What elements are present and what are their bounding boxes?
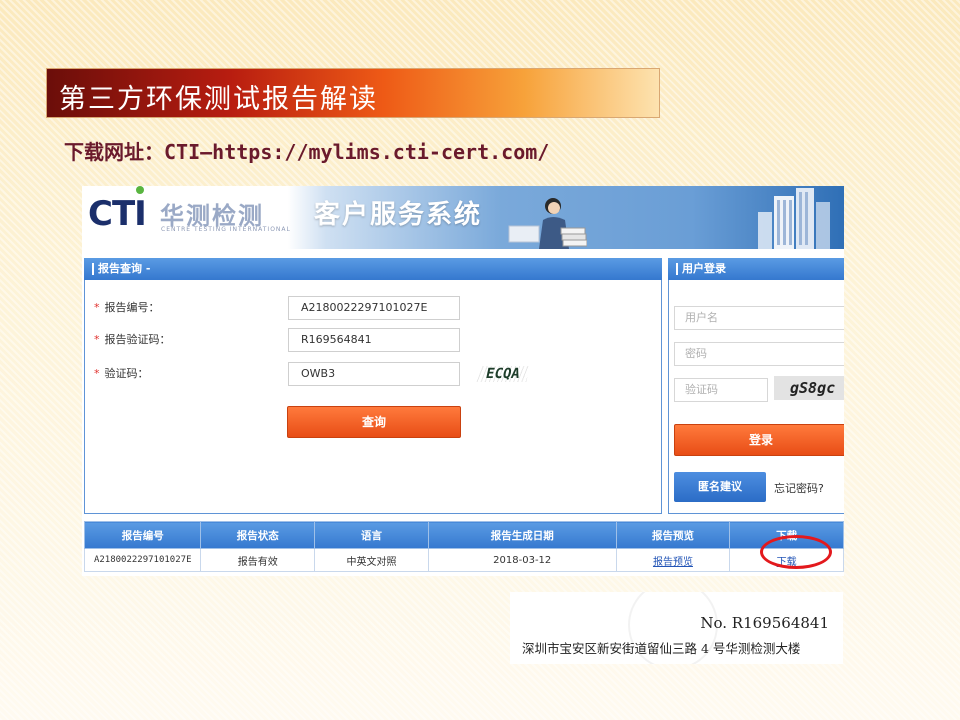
- cell-language: 中英文对照: [314, 548, 429, 572]
- report-verification-label: * 报告验证码：: [94, 333, 171, 346]
- report-number-input[interactable]: A2180022297101027E: [288, 296, 460, 320]
- login-captcha-input[interactable]: 验证码: [674, 378, 768, 402]
- report-query-header: 报告查询 -: [84, 258, 662, 280]
- results-header-row: 报告编号 报告状态 语言 报告生成日期 报告预览 下载: [83, 521, 844, 549]
- customer-service-person-icon: [508, 198, 587, 249]
- col-report-preview: 报告预览: [615, 521, 731, 549]
- report-preview-link[interactable]: 报告预览: [653, 557, 693, 568]
- col-report-number: 报告编号: [83, 521, 202, 549]
- query-button[interactable]: 查询: [287, 406, 461, 438]
- certificate-number: No. R169564841: [700, 614, 829, 632]
- buildings-icon: [758, 188, 830, 249]
- forgot-password-link[interactable]: 忘记密码?: [774, 480, 824, 496]
- col-report-status: 报告状态: [200, 521, 316, 549]
- login-captcha-image[interactable]: gS8gc: [774, 376, 844, 400]
- certificate-address: 深圳市宝安区新安街道留仙三路 4 号华测检测大楼: [522, 641, 801, 656]
- captcha-label: * 验证码：: [94, 367, 149, 380]
- user-login-header: 用户登录: [668, 258, 844, 280]
- logo-dot-icon: [136, 186, 144, 194]
- banner-title: 客户服务系统: [314, 200, 483, 230]
- password-input[interactable]: 密码: [674, 342, 844, 366]
- certificate-excerpt: No. R169564841 深圳市宝安区新安街道留仙三路 4 号华测检测大楼: [510, 592, 843, 664]
- download-url-text: 下载网址：CTI—https://mylims.cti-cert.com/: [64, 140, 550, 164]
- captcha-image[interactable]: ECQA: [476, 366, 530, 382]
- report-verification-input[interactable]: R169564841: [288, 328, 460, 352]
- cell-report-number: A2180022297101027E: [83, 548, 202, 572]
- cell-report-status: 报告有效: [200, 548, 316, 572]
- site-banner: CTI 华测检测 CENTRE TESTING INTERNATIONAL 客户…: [82, 186, 844, 249]
- logo-english-name: CENTRE TESTING INTERNATIONAL: [161, 226, 291, 233]
- table-row: A2180022297101027E 报告有效 中英文对照 2018-03-12…: [83, 548, 844, 572]
- results-table: 报告编号 报告状态 语言 报告生成日期 报告预览 下载 A21800222971…: [83, 521, 844, 572]
- cti-logo: CTI: [88, 194, 147, 234]
- download-highlight-circle: [760, 535, 832, 569]
- col-report-date: 报告生成日期: [427, 521, 617, 549]
- slide-title: 第三方环保测试报告解读: [59, 84, 378, 115]
- username-input[interactable]: 用户名: [674, 306, 844, 330]
- col-language: 语言: [314, 521, 429, 549]
- report-number-label: * 报告编号：: [94, 301, 160, 314]
- slide-title-bar: 第三方环保测试报告解读: [46, 68, 660, 118]
- website-screenshot: CTI 华测检测 CENTRE TESTING INTERNATIONAL 客户…: [82, 186, 844, 576]
- cell-report-date: 2018-03-12: [427, 548, 617, 572]
- captcha-input[interactable]: OWB3: [288, 362, 460, 386]
- anonymous-suggestion-button[interactable]: 匿名建议: [674, 472, 766, 502]
- login-button[interactable]: 登录: [674, 424, 844, 456]
